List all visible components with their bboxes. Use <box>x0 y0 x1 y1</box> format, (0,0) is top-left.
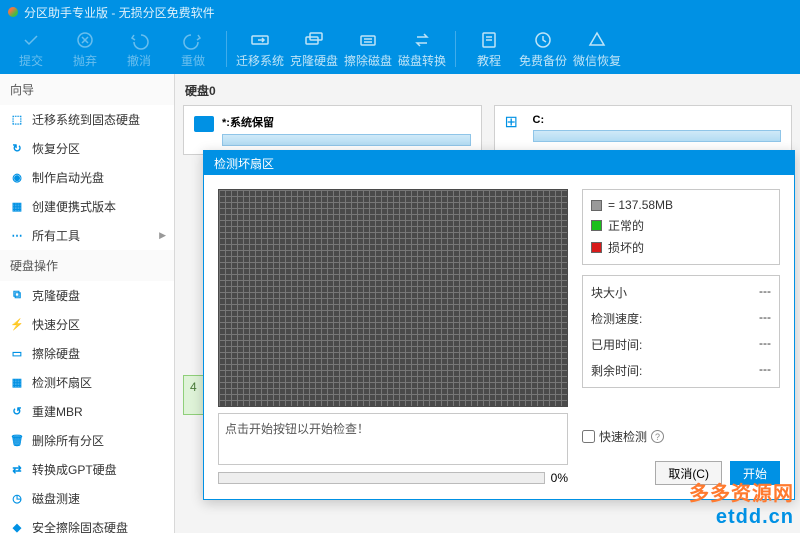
disk-label: 硬盘0 <box>185 82 792 99</box>
bolt-icon: ⚡ <box>10 318 24 332</box>
progress-bar <box>218 472 545 484</box>
convert-icon <box>412 30 432 50</box>
message-box: 点击开始按钮以开始检查！ <box>218 413 568 465</box>
check-icon <box>21 30 41 50</box>
undo-button[interactable]: 撤消 <box>112 24 166 74</box>
progress-value: 0% <box>551 471 568 485</box>
separator <box>455 31 456 67</box>
sidebar-item-secure-erase[interactable]: ◆安全擦除固态硬盘 <box>0 513 174 533</box>
close-circle-icon <box>75 30 95 50</box>
swatch-red <box>591 242 602 253</box>
quick-checkbox[interactable] <box>582 430 595 443</box>
bad-sector-dialog: 检测坏扇区 点击开始按钮以开始检查！ 0% = 137.58MB 正常的 损坏的… <box>203 150 795 500</box>
disc-icon: ◉ <box>10 171 24 185</box>
wipe-button[interactable]: 擦除磁盘 <box>341 24 395 74</box>
book-icon <box>479 30 499 50</box>
sidebar-item-wipe[interactable]: ▭擦除硬盘 <box>0 339 174 368</box>
cancel-button[interactable]: 取消(C) <box>655 461 722 485</box>
start-button[interactable]: 开始 <box>730 461 780 485</box>
sidebar: 向导 ⬚迁移系统到固态硬盘 ↻恢复分区 ◉制作启动光盘 ▦创建便携式版本 ⋯所有… <box>0 74 175 533</box>
partition-name: C: <box>533 114 782 126</box>
app-icon <box>8 7 18 17</box>
toolbar: 提交 抛弃 撤消 重做 迁移系统 克隆硬盘 擦除磁盘 磁盘转换 教程 免费备份 … <box>0 24 800 74</box>
sidebar-item-bootdisc[interactable]: ◉制作启动光盘 <box>0 163 174 192</box>
partition-icon <box>194 116 214 132</box>
clone-button[interactable]: 克隆硬盘 <box>287 24 341 74</box>
trash-icon: 🗑 <box>10 434 24 448</box>
gauge-icon: ◷ <box>10 492 24 506</box>
partition-row: *:系统保留 ⊞ C: <box>183 105 792 155</box>
disk-icon: ⬚ <box>10 113 24 127</box>
usage-bar <box>222 134 471 146</box>
wechat-icon <box>587 30 607 50</box>
help-icon[interactable]: ? <box>651 430 664 443</box>
partition-card[interactable]: ⊞ C: <box>494 105 793 155</box>
migrate-icon <box>250 30 270 50</box>
redo-icon <box>183 30 203 50</box>
migrate-button[interactable]: 迁移系统 <box>233 24 287 74</box>
usage-bar <box>533 130 782 142</box>
recover-icon: ↻ <box>10 142 24 156</box>
separator <box>226 31 227 67</box>
sidebar-item-gpt[interactable]: ⇄转换成GPT硬盘 <box>0 455 174 484</box>
wechat-button[interactable]: 微信恢复 <box>570 24 624 74</box>
clone-icon: ⧉ <box>10 289 24 303</box>
wipe-icon <box>358 30 378 50</box>
sidebar-item-portable[interactable]: ▦创建便携式版本 <box>0 192 174 221</box>
sidebar-item-clone[interactable]: ⧉克隆硬盘 <box>0 281 174 310</box>
dialog-title: 检测坏扇区 <box>204 151 794 175</box>
backup-button[interactable]: 免费备份 <box>516 24 570 74</box>
redo-button[interactable]: 重做 <box>166 24 220 74</box>
sidebar-group-diskops: 硬盘操作 <box>0 250 174 281</box>
sidebar-item-rebuildmbr[interactable]: ↺重建MBR <box>0 397 174 426</box>
sidebar-item-deleteall[interactable]: 🗑删除所有分区 <box>0 426 174 455</box>
swatch-green <box>591 220 602 231</box>
tutorial-button[interactable]: 教程 <box>462 24 516 74</box>
mbr-icon: ↺ <box>10 405 24 419</box>
convert-button[interactable]: 磁盘转换 <box>395 24 449 74</box>
sidebar-group-wizard: 向导 <box>0 74 174 105</box>
shield-icon: ◆ <box>10 521 24 533</box>
convert-icon: ⇄ <box>10 463 24 477</box>
sidebar-item-migrate-ssd[interactable]: ⬚迁移系统到固态硬盘 <box>0 105 174 134</box>
sector-grid <box>218 189 568 407</box>
undo-icon <box>129 30 149 50</box>
sidebar-item-badsector[interactable]: ▦检测坏扇区 <box>0 368 174 397</box>
windows-icon: ⊞ <box>505 116 525 132</box>
more-icon: ⋯ <box>10 229 24 243</box>
title-bar: 分区助手专业版 - 无损分区免费软件 <box>0 0 800 24</box>
sidebar-item-speedtest[interactable]: ◷磁盘测速 <box>0 484 174 513</box>
sidebar-item-alltools[interactable]: ⋯所有工具▶ <box>0 221 174 250</box>
legend: = 137.58MB 正常的 损坏的 <box>582 189 780 265</box>
erase-icon: ▭ <box>10 347 24 361</box>
backup-icon <box>533 30 553 50</box>
swatch-gray <box>591 200 602 211</box>
commit-button[interactable]: 提交 <box>4 24 58 74</box>
partition-name: *:系统保留 <box>222 114 471 130</box>
sidebar-item-recover[interactable]: ↻恢复分区 <box>0 134 174 163</box>
quick-scan-option[interactable]: 快速检测 ? <box>582 428 780 445</box>
sidebar-item-quickpart[interactable]: ⚡快速分区 <box>0 310 174 339</box>
discard-button[interactable]: 抛弃 <box>58 24 112 74</box>
partition-card[interactable]: *:系统保留 <box>183 105 482 155</box>
chevron-right-icon: ▶ <box>159 230 166 241</box>
portable-icon: ▦ <box>10 200 24 214</box>
window-title: 分区助手专业版 - 无损分区免费软件 <box>24 4 215 21</box>
clone-icon <box>304 30 324 50</box>
scan-icon: ▦ <box>10 376 24 390</box>
stats-panel: 块大小--- 检测速度:--- 已用时间:--- 剩余时间:--- <box>582 275 780 388</box>
